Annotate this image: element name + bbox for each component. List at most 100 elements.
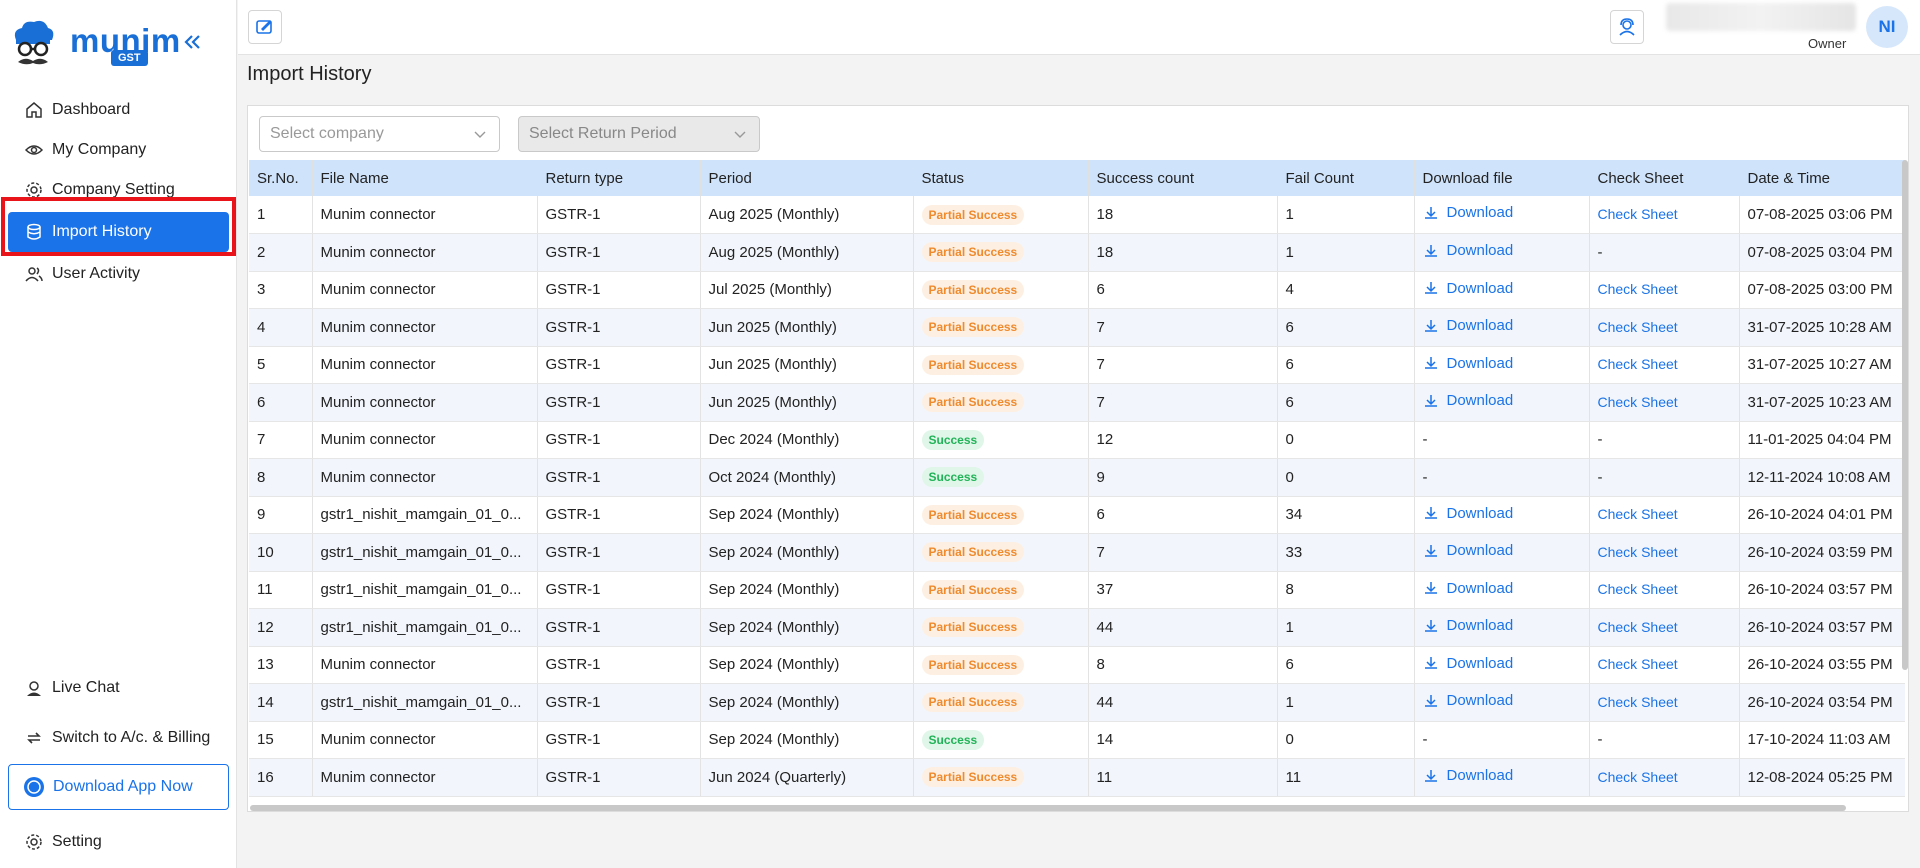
- status-badge: Success: [921, 429, 985, 450]
- download-app-button[interactable]: Download App Now: [8, 764, 229, 810]
- cell-period: Jun 2024 (Quarterly): [700, 758, 914, 797]
- download-label: Download: [1446, 242, 1514, 259]
- sidebar-item-label: User Activity: [52, 265, 141, 282]
- download-link[interactable]: Download: [1423, 617, 1513, 634]
- check-sheet-link[interactable]: Check Sheet: [1598, 694, 1678, 710]
- cell-file-name: gstr1_nishit_mamgain_01_0...: [312, 496, 538, 534]
- check-sheet-link[interactable]: Check Sheet: [1598, 656, 1678, 672]
- company-select[interactable]: Select company: [259, 116, 500, 152]
- cell-status: Success: [913, 721, 1089, 759]
- column-header: Success count: [1088, 160, 1278, 196]
- download-link[interactable]: Download: [1423, 280, 1513, 297]
- table-row: 13 Munim connector GSTR-1 Sep 2024 (Monthly…: [249, 646, 1905, 684]
- import-history-panel: Select company Select Return Period Sr.N…: [247, 105, 1909, 812]
- return-period-select[interactable]: Select Return Period: [518, 116, 760, 152]
- cell-sr-no: 16: [249, 758, 313, 797]
- cell-download: Download: [1414, 608, 1590, 647]
- cell-return-type: GSTR-1: [537, 233, 701, 272]
- check-sheet-link[interactable]: Check Sheet: [1598, 356, 1678, 372]
- cell-file-name: Munim connector: [312, 721, 538, 759]
- download-icon: [1424, 206, 1437, 219]
- download-icon: [1424, 394, 1437, 407]
- check-sheet-link[interactable]: Check Sheet: [1598, 394, 1678, 410]
- sidebar-item-label: My Company: [52, 141, 147, 158]
- cell-period: Sep 2024 (Monthly): [700, 608, 914, 647]
- check-sheet-link[interactable]: Check Sheet: [1598, 581, 1678, 597]
- download-link[interactable]: Download: [1423, 655, 1513, 672]
- sidebar: munim GST Dashboard My Company Company S…: [0, 0, 237, 868]
- munim-logo[interactable]: munim GST: [10, 18, 180, 72]
- vertical-scrollbar[interactable]: [1902, 160, 1908, 670]
- sidebar-item-dashboard[interactable]: Dashboard: [8, 90, 229, 130]
- cell-date-time: 26-10-2024 04:01 PM: [1739, 496, 1905, 534]
- cell-check-sheet: Check Sheet: [1589, 383, 1740, 422]
- table-row: 5 Munim connector GSTR-1 Jun 2025 (Monthly)…: [249, 346, 1905, 384]
- check-sheet-link[interactable]: Check Sheet: [1598, 319, 1678, 335]
- table-row: 15 Munim connector GSTR-1 Sep 2024 (Monthly…: [249, 721, 1905, 759]
- cell-file-name: Munim connector: [312, 196, 538, 234]
- notes-button[interactable]: [248, 10, 282, 44]
- download-link[interactable]: Download: [1423, 580, 1513, 597]
- cell-fail-count: 6: [1277, 383, 1415, 422]
- database-icon: [24, 222, 44, 242]
- table-row: 2 Munim connector GSTR-1 Aug 2025 (Monthly)…: [249, 233, 1905, 272]
- download-icon: [1424, 507, 1437, 519]
- sidebar-item-import-history[interactable]: Import History: [8, 212, 229, 252]
- cell-return-type: GSTR-1: [537, 308, 701, 347]
- download-link[interactable]: Download: [1423, 392, 1513, 409]
- cell-sr-no: 9: [249, 496, 313, 534]
- cell-download: Download: [1414, 571, 1590, 609]
- cell-sr-no: 8: [249, 458, 313, 497]
- download-link[interactable]: Download: [1423, 204, 1513, 221]
- cell-status: Partial Success: [913, 271, 1089, 309]
- download-link[interactable]: Download: [1423, 355, 1513, 372]
- download-link[interactable]: Download: [1423, 767, 1513, 784]
- check-sheet-link[interactable]: Check Sheet: [1598, 544, 1678, 560]
- cell-sr-no: 7: [249, 421, 313, 459]
- check-sheet-link[interactable]: Check Sheet: [1598, 206, 1678, 222]
- cell-return-type: GSTR-1: [537, 758, 701, 797]
- cell-period: Sep 2024 (Monthly): [700, 533, 914, 572]
- cell-sr-no: 5: [249, 346, 313, 384]
- download-link[interactable]: Download: [1423, 317, 1513, 334]
- collapse-sidebar-button[interactable]: [180, 30, 204, 54]
- status-badge: Partial Success: [921, 504, 1025, 525]
- cell-date-time: 12-08-2024 05:25 PM: [1739, 758, 1905, 797]
- check-sheet-link[interactable]: Check Sheet: [1598, 769, 1678, 785]
- cell-check-sheet: Check Sheet: [1589, 608, 1740, 647]
- import-history-table-wrap: Sr.No. File Name Return type Period Status Su…: [249, 160, 1905, 806]
- download-icon: [1424, 282, 1437, 294]
- setting-button[interactable]: Setting: [8, 822, 229, 862]
- download-link[interactable]: Download: [1423, 692, 1513, 709]
- brand-badge: GST: [111, 50, 148, 66]
- sidebar-item-company-setting[interactable]: Company Setting: [8, 170, 229, 210]
- horizontal-scrollbar[interactable]: [250, 805, 1846, 811]
- cell-check-sheet: Check Sheet: [1589, 196, 1740, 234]
- cell-fail-count: 1: [1277, 233, 1415, 272]
- sidebar-item-user-activity[interactable]: User Activity: [8, 254, 229, 294]
- cell-return-type: GSTR-1: [537, 533, 701, 572]
- sidebar-item-my-company[interactable]: My Company: [8, 130, 229, 170]
- download-link[interactable]: Download: [1423, 504, 1514, 522]
- check-sheet-link[interactable]: Check Sheet: [1598, 506, 1678, 522]
- download-link[interactable]: Download: [1423, 242, 1514, 259]
- check-sheet-link[interactable]: Check Sheet: [1598, 619, 1678, 635]
- support-button[interactable]: [1610, 10, 1644, 44]
- cell-sr-no: 1: [249, 196, 313, 234]
- cell-date-time: 11-01-2025 04:04 PM: [1739, 421, 1905, 459]
- table-row: 16 Munim connector GSTR-1 Jun 2024 (Quarter…: [249, 758, 1905, 797]
- download-label: Download: [1446, 504, 1514, 522]
- cell-success-count: 18: [1088, 233, 1278, 272]
- cell-status: Partial Success: [913, 608, 1089, 647]
- cell-file-name: gstr1_nishit_mamgain_01_0...: [312, 533, 538, 572]
- avatar[interactable]: NI: [1866, 6, 1908, 48]
- check-sheet-link[interactable]: Check Sheet: [1598, 281, 1678, 297]
- download-link[interactable]: Download: [1423, 542, 1513, 559]
- live-chat-button[interactable]: Live Chat: [8, 668, 229, 708]
- cell-fail-count: 4: [1277, 271, 1415, 309]
- table-row: 8 Munim connector GSTR-1 Oct 2024 (Monthly)…: [249, 458, 1905, 497]
- cell-download: Download: [1414, 646, 1590, 684]
- cell-success-count: 7: [1088, 383, 1278, 422]
- cell-fail-count: 6: [1277, 346, 1415, 384]
- switch-billing-button[interactable]: Switch to A/c. & Billing: [8, 718, 229, 758]
